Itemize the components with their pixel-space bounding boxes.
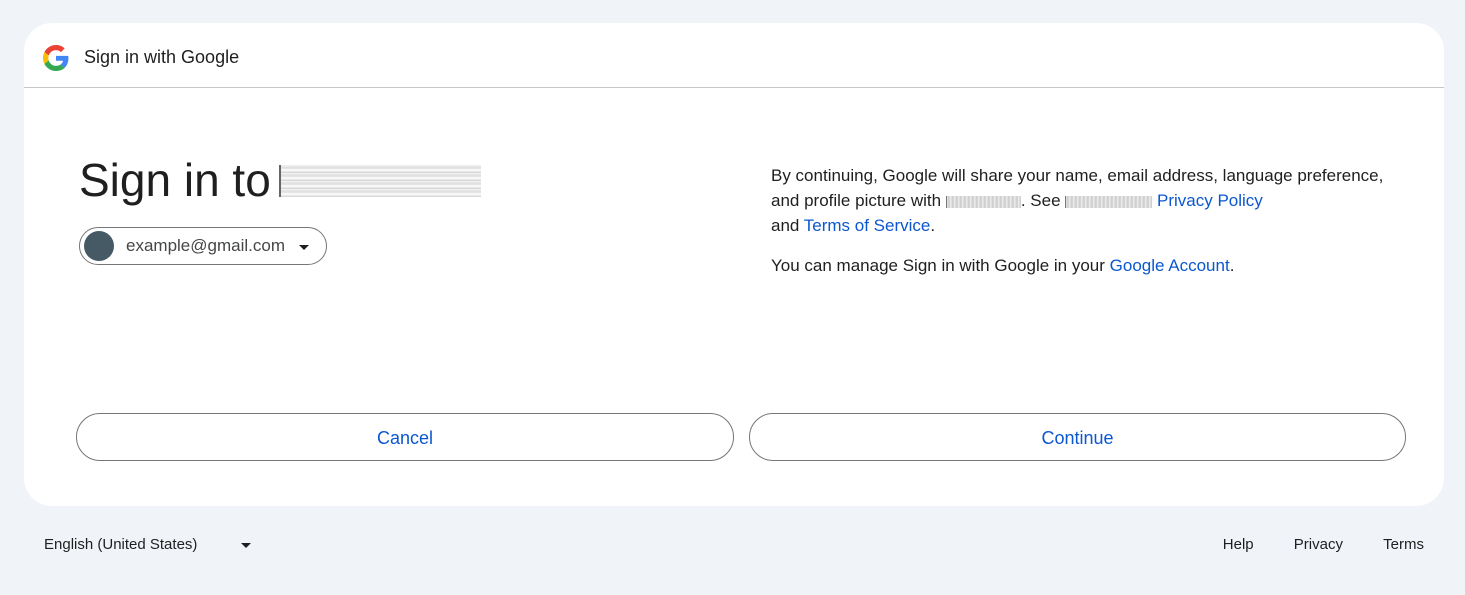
consent-card: Sign in with Google Sign in to example@g… bbox=[24, 23, 1444, 506]
continue-button[interactable]: Continue bbox=[749, 413, 1406, 461]
consent-manage-text: You can manage Sign in with Google in yo… bbox=[771, 256, 1110, 275]
page-title: Sign in to bbox=[79, 151, 481, 209]
redacted-app-name-inline bbox=[1065, 195, 1153, 208]
consent-period: . bbox=[1229, 256, 1235, 275]
avatar bbox=[84, 231, 114, 261]
terms-of-service-link[interactable]: Terms of Service bbox=[804, 216, 931, 235]
google-logo-icon bbox=[43, 45, 69, 71]
account-email: example@gmail.com bbox=[126, 236, 285, 255]
page-title-text: Sign in to bbox=[79, 154, 271, 206]
card-header: Sign in with Google bbox=[24, 23, 1444, 88]
consent-period: . bbox=[930, 216, 936, 235]
account-selector[interactable]: example@gmail.com bbox=[79, 227, 327, 265]
terms-link[interactable]: Terms bbox=[1383, 536, 1424, 553]
help-link[interactable]: Help bbox=[1223, 536, 1254, 553]
redacted-app-name bbox=[278, 164, 481, 197]
consent-paragraph-share: By continuing, Google will share your na… bbox=[771, 163, 1411, 238]
cancel-button[interactable]: Cancel bbox=[76, 413, 734, 461]
footer-links: Help Privacy Terms bbox=[1187, 536, 1424, 554]
caret-down-icon bbox=[241, 543, 251, 548]
privacy-link[interactable]: Privacy bbox=[1294, 536, 1343, 553]
consent-text: By continuing, Google will share your na… bbox=[771, 163, 1411, 293]
caret-down-icon bbox=[299, 245, 309, 250]
consent-paragraph-manage: You can manage Sign in with Google in yo… bbox=[771, 253, 1411, 278]
consent-see-text: . See bbox=[1020, 191, 1066, 210]
google-account-link[interactable]: Google Account bbox=[1110, 256, 1230, 275]
language-selector[interactable]: English (United States) bbox=[44, 536, 259, 556]
header-title: Sign in with Google bbox=[84, 47, 240, 67]
privacy-policy-link[interactable]: Privacy Policy bbox=[1157, 191, 1263, 210]
redacted-app-name-inline bbox=[945, 195, 1021, 208]
language-label: English (United States) bbox=[44, 536, 198, 553]
consent-and-text: and bbox=[771, 216, 804, 235]
